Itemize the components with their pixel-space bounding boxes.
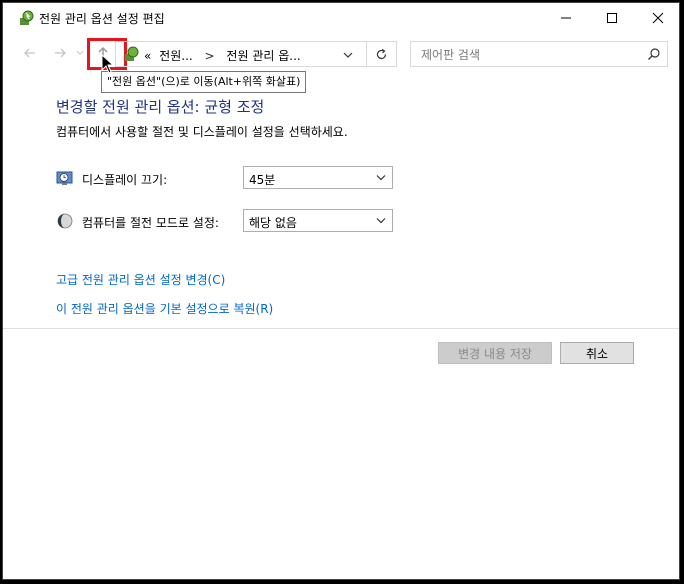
chevron-down-icon[interactable]	[342, 49, 354, 61]
chevron-down-icon	[76, 50, 84, 55]
display-off-value: 45분	[249, 173, 276, 187]
arrow-left-icon	[24, 48, 35, 58]
mouse-cursor-icon	[101, 54, 115, 74]
sleep-setting: 컴퓨터를 절전 모드로 설정: 해당 없음	[56, 209, 396, 233]
search-box[interactable]	[410, 41, 668, 67]
breadcrumb-item-power-options[interactable]: 전원...	[159, 49, 193, 63]
sleep-label: 컴퓨터를 절전 모드로 설정:	[82, 216, 219, 230]
chevron-down-icon	[376, 175, 386, 181]
maximize-icon	[607, 13, 617, 23]
page-description: 컴퓨터에서 사용할 절전 및 디스플레이 설정을 선택하세요.	[56, 125, 348, 139]
close-icon	[652, 12, 664, 24]
title-bar: 전원 관리 옵션 설정 편집	[3, 3, 679, 33]
search-input[interactable]	[419, 45, 643, 65]
breadcrumb: « 전원... > 전원 관리 옵...	[144, 47, 301, 64]
display-off-label: 디스플레이 끄기:	[82, 173, 168, 187]
power-options-window: 전원 관리 옵션 설정 편집 « 전원... > 전원 관리 옵... 제어판 …	[2, 2, 680, 580]
advanced-settings-link[interactable]: 고급 전원 관리 옵션 설정 변경(C)	[56, 271, 225, 288]
page-title: 변경할 전원 관리 옵션: 균형 조정	[56, 98, 265, 116]
breadcrumb-overflow[interactable]: «	[144, 49, 151, 63]
forward-button[interactable]	[51, 44, 69, 62]
restore-defaults-link[interactable]: 이 전원 관리 옵션을 기본 설정으로 복원(R)	[56, 300, 273, 317]
arrow-right-icon	[55, 48, 66, 58]
address-bar[interactable]: « 전원... > 전원 관리 옵...	[115, 41, 367, 67]
breadcrumb-item-edit-plan[interactable]: 전원 관리 옵...	[226, 49, 300, 63]
minimize-icon	[561, 17, 571, 19]
breadcrumb-separator[interactable]: >	[205, 49, 215, 63]
monitor-clock-icon	[56, 171, 73, 185]
back-button[interactable]	[21, 44, 39, 62]
cancel-button[interactable]: 취소	[560, 342, 634, 364]
sleep-select[interactable]: 해당 없음	[243, 209, 393, 232]
chevron-down-icon	[376, 218, 386, 224]
refresh-icon	[376, 48, 387, 59]
close-button[interactable]	[635, 3, 679, 33]
moon-icon	[57, 213, 73, 229]
divider	[3, 328, 679, 329]
search-icon[interactable]	[647, 47, 661, 61]
display-off-setting: 디스플레이 끄기: 45분	[56, 166, 396, 190]
maximize-button[interactable]	[589, 3, 635, 33]
window-title: 전원 관리 옵션 설정 편집	[39, 12, 165, 26]
refresh-button[interactable]	[367, 41, 397, 67]
minimize-button[interactable]	[543, 3, 589, 33]
sleep-value: 해당 없음	[249, 216, 297, 230]
power-options-icon	[125, 46, 139, 61]
display-off-select[interactable]: 45분	[243, 166, 393, 189]
recent-locations-button[interactable]	[75, 44, 85, 62]
power-options-icon	[20, 10, 34, 25]
up-button-tooltip: "전원 옵션"(으)로 이동(Alt+위쪽 화살표)	[101, 71, 307, 93]
save-changes-button[interactable]: 변경 내용 저장	[438, 342, 552, 364]
